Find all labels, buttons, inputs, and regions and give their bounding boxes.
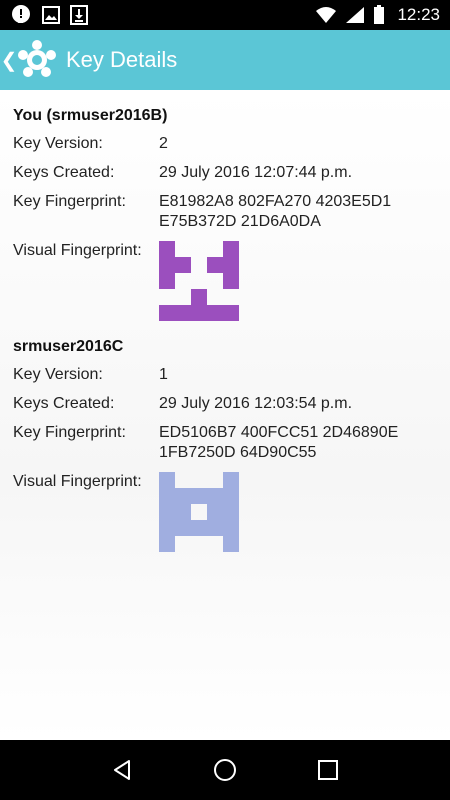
key-owner-name: You (srmuser2016B) xyxy=(13,107,168,124)
app-logo-icon[interactable] xyxy=(16,39,58,81)
identicon-cell xyxy=(223,241,239,257)
identicon-cell xyxy=(207,257,223,273)
identicon-cell xyxy=(175,305,191,321)
identicon-cell xyxy=(175,504,191,520)
identicon-cell xyxy=(223,488,239,504)
status-time: 12:23 xyxy=(397,5,440,24)
nav-home-button[interactable] xyxy=(205,750,245,790)
identicon-cell xyxy=(159,257,175,273)
key-fingerprint-label: Key Fingerprint: xyxy=(13,424,126,441)
key-version-label: Key Version: xyxy=(13,135,103,152)
identicon-cell xyxy=(223,520,239,536)
download-icon xyxy=(70,5,88,25)
nav-recents-button[interactable] xyxy=(308,750,348,790)
identicon-cell xyxy=(223,305,239,321)
visual-fingerprint-row: Visual Fingerprint: xyxy=(13,241,437,321)
key-version-value: 2 xyxy=(159,135,168,152)
key-fingerprint-value: E81982A8 802FA270 4203E5D1 E75B372D 21D6… xyxy=(159,193,392,230)
identicon-cell xyxy=(191,289,207,305)
visual-fingerprint-row: Visual Fingerprint: xyxy=(13,472,437,552)
keys-created-row: Keys Created: 29 July 2016 12:03:54 p.m. xyxy=(13,394,437,414)
key-fingerprint-row: Key Fingerprint: ED5106B7 400FCC51 2D468… xyxy=(13,423,437,463)
keys-created-value: 29 July 2016 12:03:54 p.m. xyxy=(159,395,353,412)
page-title: Key Details xyxy=(66,47,178,72)
recents-square-icon xyxy=(318,760,339,780)
identicon-cell xyxy=(159,504,175,520)
navigation-bar xyxy=(0,740,450,800)
status-bar: 12:23 xyxy=(0,0,450,30)
keys-created-value: 29 July 2016 12:07:44 p.m. xyxy=(159,164,353,181)
identicon-cell xyxy=(159,241,175,257)
identicon-cell xyxy=(191,488,207,504)
nav-back-button[interactable] xyxy=(102,750,142,790)
identicon-cell xyxy=(223,504,239,520)
key-fingerprint-label: Key Fingerprint: xyxy=(13,193,126,210)
key-version-row: Key Version: 1 xyxy=(13,365,437,385)
key-block-contact: srmuser2016C Key Version: 1 Keys Created… xyxy=(13,337,437,552)
identicon-cell xyxy=(207,520,223,536)
identicon-cell xyxy=(159,488,175,504)
identicon-cell xyxy=(175,520,191,536)
status-right-icons: 12:23 xyxy=(315,5,450,25)
app-bar: ❮ Key Details xyxy=(0,30,450,90)
visual-fingerprint-label: Visual Fingerprint: xyxy=(13,473,142,490)
identicon-cell xyxy=(207,305,223,321)
identicon-cell xyxy=(175,257,191,273)
identicon-cell xyxy=(159,472,175,488)
key-version-label: Key Version: xyxy=(13,366,103,383)
notification-icon xyxy=(12,5,30,23)
keys-created-label: Keys Created: xyxy=(13,164,115,181)
identicon-cell xyxy=(159,305,175,321)
image-icon xyxy=(42,6,60,24)
identicon-cell xyxy=(207,504,223,520)
keys-created-label: Keys Created: xyxy=(13,395,115,412)
identicon-cell xyxy=(223,273,239,289)
visual-fingerprint-identicon xyxy=(159,472,239,552)
wifi-icon xyxy=(316,7,337,23)
key-details-content: You (srmuser2016B) Key Version: 2 Keys C… xyxy=(0,90,450,740)
back-chevron-icon[interactable]: ❮ xyxy=(1,48,18,73)
identicon-cell xyxy=(159,273,175,289)
home-circle-icon xyxy=(213,759,236,781)
keys-created-row: Keys Created: 29 July 2016 12:07:44 p.m. xyxy=(13,163,437,183)
identicon-cell xyxy=(223,536,239,552)
signal-icon xyxy=(346,7,365,23)
visual-fingerprint-identicon xyxy=(159,241,239,321)
identicon-cell xyxy=(159,520,175,536)
identicon-cell xyxy=(191,520,207,536)
identicon-cell xyxy=(223,257,239,273)
key-fingerprint-value: ED5106B7 400FCC51 2D46890E 1FB7250D 64D9… xyxy=(159,424,399,461)
identicon-cell xyxy=(159,536,175,552)
identicon-cell xyxy=(207,488,223,504)
identicon-cell xyxy=(175,488,191,504)
key-block-self: You (srmuser2016B) Key Version: 2 Keys C… xyxy=(13,106,437,321)
battery-icon xyxy=(374,5,385,24)
key-fingerprint-row: Key Fingerprint: E81982A8 802FA270 4203E… xyxy=(13,192,437,232)
identicon-cell xyxy=(191,305,207,321)
key-version-value: 1 xyxy=(159,366,168,383)
status-left-icons xyxy=(0,4,88,26)
visual-fingerprint-label: Visual Fingerprint: xyxy=(13,242,142,259)
key-owner-name: srmuser2016C xyxy=(13,338,124,355)
identicon-cell xyxy=(223,472,239,488)
key-version-row: Key Version: 2 xyxy=(13,134,437,154)
back-triangle-icon xyxy=(113,760,130,780)
